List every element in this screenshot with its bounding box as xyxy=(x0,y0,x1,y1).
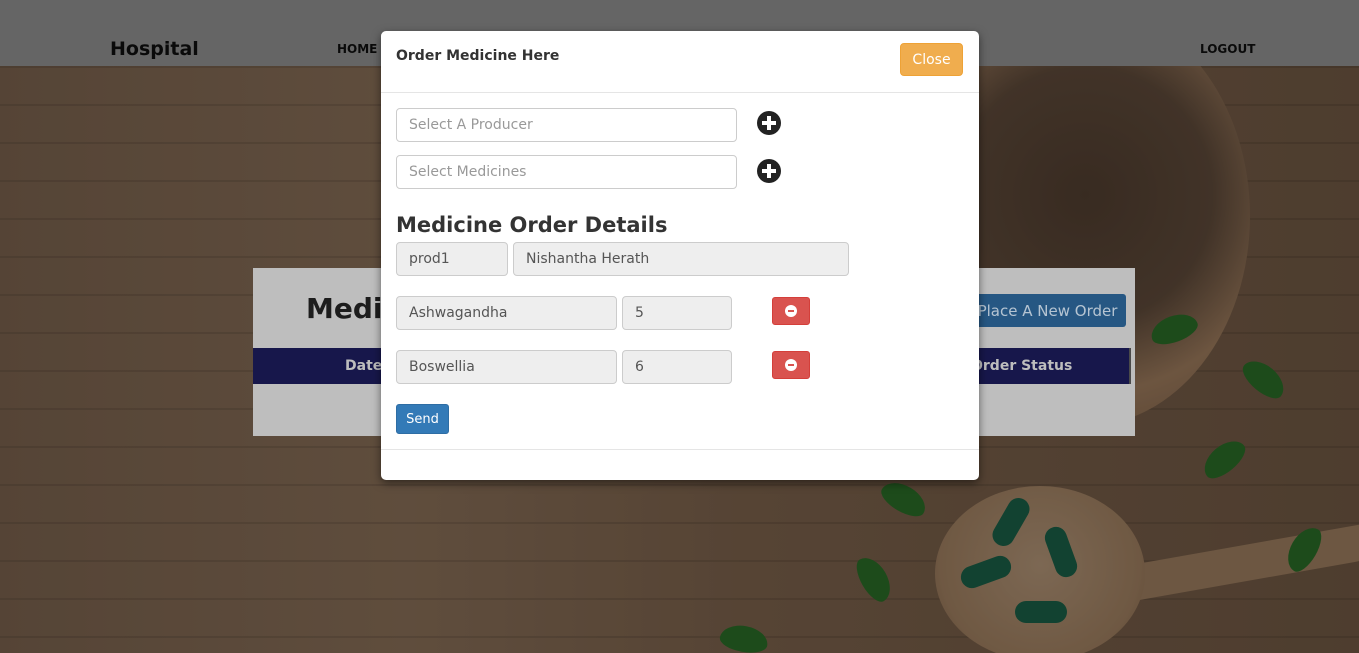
modal-title: Order Medicine Here xyxy=(396,48,560,64)
medicine-name-field[interactable]: Boswellia xyxy=(396,350,617,384)
add-medicine-plus-icon[interactable] xyxy=(757,159,781,183)
add-producer-plus-icon[interactable] xyxy=(757,111,781,135)
order-details-heading: Medicine Order Details xyxy=(396,213,668,237)
order-medicine-modal: Order Medicine Here Close Select A Produ… xyxy=(381,31,979,480)
minus-circle-icon xyxy=(785,359,797,371)
send-button[interactable]: Send xyxy=(396,404,449,434)
producer-select[interactable]: Select A Producer xyxy=(396,108,737,142)
medicine-name-field[interactable]: Ashwagandha xyxy=(396,296,617,330)
remove-item-button[interactable] xyxy=(772,297,810,325)
minus-circle-icon xyxy=(785,305,797,317)
modal-header: Order Medicine Here Close xyxy=(381,31,979,93)
close-button[interactable]: Close xyxy=(900,43,963,76)
remove-item-button[interactable] xyxy=(772,351,810,379)
modal-footer-divider xyxy=(381,449,979,450)
producer-id-field[interactable]: prod1 xyxy=(396,242,508,276)
medicine-quantity-field[interactable]: 6 xyxy=(622,350,732,384)
medicine-quantity-field[interactable]: 5 xyxy=(622,296,732,330)
medicines-select[interactable]: Select Medicines xyxy=(396,155,737,189)
producer-name-field[interactable]: Nishantha Herath xyxy=(513,242,849,276)
